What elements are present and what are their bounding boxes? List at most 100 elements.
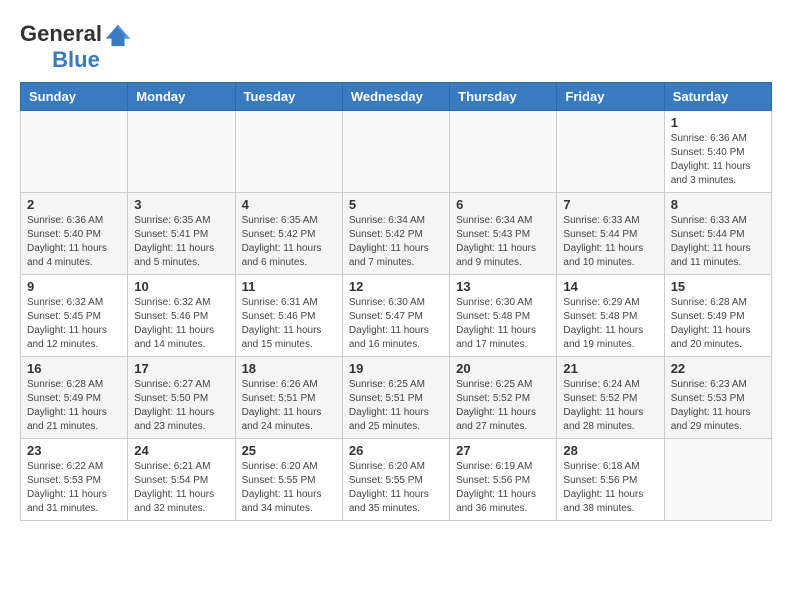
- day-info: Sunrise: 6:20 AM Sunset: 5:55 PM Dayligh…: [242, 460, 336, 516]
- day-number: 13: [456, 279, 550, 294]
- day-info: Sunrise: 6:22 AM Sunset: 5:53 PM Dayligh…: [27, 460, 121, 516]
- day-info: Sunrise: 6:18 AM Sunset: 5:56 PM Dayligh…: [563, 460, 657, 516]
- day-info: Sunrise: 6:36 AM Sunset: 5:40 PM Dayligh…: [27, 214, 121, 270]
- day-info: Sunrise: 6:30 AM Sunset: 5:48 PM Dayligh…: [456, 296, 550, 352]
- day-number: 16: [27, 361, 121, 376]
- calendar-cell: 3 Sunrise: 6:35 AM Sunset: 5:41 PM Daylig…: [128, 193, 235, 275]
- day-number: 25: [242, 443, 336, 458]
- calendar-cell: [128, 111, 235, 193]
- day-info: Sunrise: 6:27 AM Sunset: 5:50 PM Dayligh…: [134, 378, 228, 434]
- day-number: 10: [134, 279, 228, 294]
- day-number: 12: [349, 279, 443, 294]
- weekday-header-friday: Friday: [557, 83, 664, 111]
- day-number: 17: [134, 361, 228, 376]
- logo-blue-text: Blue: [52, 48, 100, 72]
- day-number: 21: [563, 361, 657, 376]
- day-info: Sunrise: 6:35 AM Sunset: 5:41 PM Dayligh…: [134, 214, 228, 270]
- day-number: 2: [27, 197, 121, 212]
- day-info: Sunrise: 6:26 AM Sunset: 5:51 PM Dayligh…: [242, 378, 336, 434]
- day-info: Sunrise: 6:24 AM Sunset: 5:52 PM Dayligh…: [563, 378, 657, 434]
- calendar-cell: 1 Sunrise: 6:36 AM Sunset: 5:40 PM Daylig…: [664, 111, 771, 193]
- calendar-cell: 26 Sunrise: 6:20 AM Sunset: 5:55 PM Dayli…: [342, 439, 449, 521]
- day-info: Sunrise: 6:33 AM Sunset: 5:44 PM Dayligh…: [563, 214, 657, 270]
- calendar-cell: 12Sunrise: 6:30 AM Sunset: 5:47 PM Dayli…: [342, 275, 449, 357]
- day-number: 8: [671, 197, 765, 212]
- calendar-cell: [342, 111, 449, 193]
- calendar-cell: 20Sunrise: 6:25 AM Sunset: 5:52 PM Dayli…: [450, 357, 557, 439]
- day-number: 1: [671, 115, 765, 130]
- day-number: 15: [671, 279, 765, 294]
- calendar-cell: 10Sunrise: 6:32 AM Sunset: 5:46 PM Dayli…: [128, 275, 235, 357]
- day-info: Sunrise: 6:25 AM Sunset: 5:51 PM Dayligh…: [349, 378, 443, 434]
- day-number: 24: [134, 443, 228, 458]
- calendar-body: 1 Sunrise: 6:36 AM Sunset: 5:40 PM Daylig…: [21, 111, 772, 521]
- calendar-cell: 17 Sunrise: 6:27 AM Sunset: 5:50 PM Dayli…: [128, 357, 235, 439]
- day-info: Sunrise: 6:31 AM Sunset: 5:46 PM Dayligh…: [242, 296, 336, 352]
- calendar-cell: 28 Sunrise: 6:18 AM Sunset: 5:56 PM Dayli…: [557, 439, 664, 521]
- calendar-cell: [21, 111, 128, 193]
- day-info: Sunrise: 6:33 AM Sunset: 5:44 PM Dayligh…: [671, 214, 765, 270]
- day-info: Sunrise: 6:28 AM Sunset: 5:49 PM Dayligh…: [671, 296, 765, 352]
- calendar-cell: 16Sunrise: 6:28 AM Sunset: 5:49 PM Dayli…: [21, 357, 128, 439]
- logo: General Blue: [20, 20, 132, 72]
- day-info: Sunrise: 6:35 AM Sunset: 5:42 PM Dayligh…: [242, 214, 336, 270]
- day-info: Sunrise: 6:29 AM Sunset: 5:48 PM Dayligh…: [563, 296, 657, 352]
- day-number: 18: [242, 361, 336, 376]
- day-number: 26: [349, 443, 443, 458]
- calendar-cell: 23 Sunrise: 6:22 AM Sunset: 5:53 PM Dayli…: [21, 439, 128, 521]
- calendar-cell: 11 Sunrise: 6:31 AM Sunset: 5:46 PM Dayli…: [235, 275, 342, 357]
- calendar-week-2: 2 Sunrise: 6:36 AM Sunset: 5:40 PM Daylig…: [21, 193, 772, 275]
- calendar-cell: 15 Sunrise: 6:28 AM Sunset: 5:49 PM Dayli…: [664, 275, 771, 357]
- day-info: Sunrise: 6:23 AM Sunset: 5:53 PM Dayligh…: [671, 378, 765, 434]
- weekday-row: SundayMondayTuesdayWednesdayThursdayFrid…: [21, 83, 772, 111]
- day-number: 3: [134, 197, 228, 212]
- day-number: 9: [27, 279, 121, 294]
- weekday-header-thursday: Thursday: [450, 83, 557, 111]
- day-number: 19: [349, 361, 443, 376]
- calendar-cell: 4Sunrise: 6:35 AM Sunset: 5:42 PM Daylig…: [235, 193, 342, 275]
- weekday-header-monday: Monday: [128, 83, 235, 111]
- calendar-week-4: 16Sunrise: 6:28 AM Sunset: 5:49 PM Dayli…: [21, 357, 772, 439]
- day-number: 28: [563, 443, 657, 458]
- day-info: Sunrise: 6:19 AM Sunset: 5:56 PM Dayligh…: [456, 460, 550, 516]
- calendar-week-1: 1 Sunrise: 6:36 AM Sunset: 5:40 PM Daylig…: [21, 111, 772, 193]
- calendar-cell: 22 Sunrise: 6:23 AM Sunset: 5:53 PM Dayli…: [664, 357, 771, 439]
- calendar-cell: [557, 111, 664, 193]
- calendar-cell: 2 Sunrise: 6:36 AM Sunset: 5:40 PM Daylig…: [21, 193, 128, 275]
- day-number: 11: [242, 279, 336, 294]
- day-number: 14: [563, 279, 657, 294]
- day-number: 6: [456, 197, 550, 212]
- calendar-table: SundayMondayTuesdayWednesdayThursdayFrid…: [20, 82, 772, 521]
- day-number: 27: [456, 443, 550, 458]
- calendar-week-5: 23 Sunrise: 6:22 AM Sunset: 5:53 PM Dayli…: [21, 439, 772, 521]
- day-info: Sunrise: 6:36 AM Sunset: 5:40 PM Dayligh…: [671, 132, 765, 188]
- day-info: Sunrise: 6:21 AM Sunset: 5:54 PM Dayligh…: [134, 460, 228, 516]
- calendar-cell: 21 Sunrise: 6:24 AM Sunset: 5:52 PM Dayli…: [557, 357, 664, 439]
- calendar-week-3: 9 Sunrise: 6:32 AM Sunset: 5:45 PM Daylig…: [21, 275, 772, 357]
- weekday-header-sunday: Sunday: [21, 83, 128, 111]
- calendar-cell: 7 Sunrise: 6:33 AM Sunset: 5:44 PM Daylig…: [557, 193, 664, 275]
- day-number: 5: [349, 197, 443, 212]
- calendar-cell: [235, 111, 342, 193]
- day-number: 22: [671, 361, 765, 376]
- day-info: Sunrise: 6:20 AM Sunset: 5:55 PM Dayligh…: [349, 460, 443, 516]
- calendar-cell: 13 Sunrise: 6:30 AM Sunset: 5:48 PM Dayli…: [450, 275, 557, 357]
- day-info: Sunrise: 6:32 AM Sunset: 5:45 PM Dayligh…: [27, 296, 121, 352]
- calendar-cell: 14 Sunrise: 6:29 AM Sunset: 5:48 PM Dayli…: [557, 275, 664, 357]
- weekday-header-saturday: Saturday: [664, 83, 771, 111]
- calendar-cell: 24 Sunrise: 6:21 AM Sunset: 5:54 PM Dayli…: [128, 439, 235, 521]
- weekday-header-wednesday: Wednesday: [342, 83, 449, 111]
- calendar-cell: 5 Sunrise: 6:34 AM Sunset: 5:42 PM Daylig…: [342, 193, 449, 275]
- calendar-cell: 19 Sunrise: 6:25 AM Sunset: 5:51 PM Dayli…: [342, 357, 449, 439]
- calendar-cell: 25 Sunrise: 6:20 AM Sunset: 5:55 PM Dayli…: [235, 439, 342, 521]
- day-info: Sunrise: 6:34 AM Sunset: 5:42 PM Dayligh…: [349, 214, 443, 270]
- logo-icon: [104, 20, 132, 48]
- day-info: Sunrise: 6:34 AM Sunset: 5:43 PM Dayligh…: [456, 214, 550, 270]
- day-number: 20: [456, 361, 550, 376]
- day-number: 7: [563, 197, 657, 212]
- weekday-header-tuesday: Tuesday: [235, 83, 342, 111]
- day-number: 23: [27, 443, 121, 458]
- calendar-cell: 18 Sunrise: 6:26 AM Sunset: 5:51 PM Dayli…: [235, 357, 342, 439]
- calendar-cell: 27 Sunrise: 6:19 AM Sunset: 5:56 PM Dayli…: [450, 439, 557, 521]
- calendar-cell: [450, 111, 557, 193]
